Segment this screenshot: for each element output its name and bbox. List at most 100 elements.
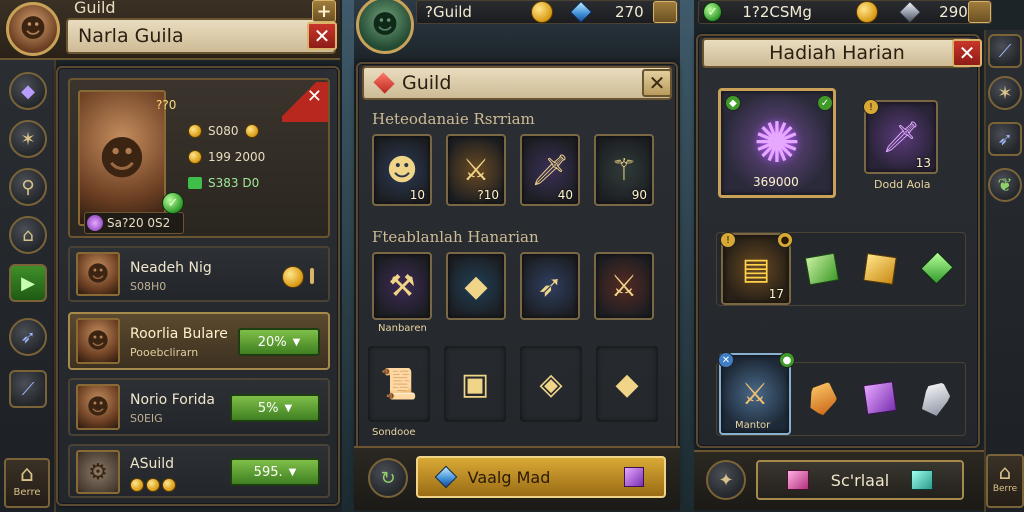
- row3-slot-2[interactable]: ▣: [444, 346, 506, 422]
- sidebar-home-button[interactable]: ⌂ Berre: [4, 458, 50, 508]
- gold-stack-icon: ▤: [741, 251, 771, 287]
- middle-action-label: Vaalg Mad: [467, 467, 551, 487]
- green-badge-icon: ●: [779, 352, 795, 368]
- silver-gem-icon: [898, 0, 921, 24]
- chevron-down-icon: ▼: [292, 336, 301, 348]
- hero-name: Sa?20 0S2: [107, 216, 171, 230]
- row3-slot-1[interactable]: 📜 Sondooe: [368, 346, 430, 439]
- guild-row-1[interactable]: ☻ Neadeh Nig S08H0: [68, 246, 330, 302]
- row-3-sub: S0EIG: [130, 412, 163, 425]
- row-2-action-button[interactable]: 20% ▼: [238, 328, 320, 356]
- reward-dagger-slot[interactable]: 🗡 ! 13: [863, 99, 938, 174]
- row2-slot-2[interactable]: ◆: [446, 252, 506, 320]
- gold-stack-slot[interactable]: ▤ ! ● 17: [720, 232, 793, 305]
- star-button[interactable]: ✦: [706, 460, 746, 500]
- row-4-action-button[interactable]: 595. ▼: [230, 458, 320, 486]
- middle-action-button[interactable]: Vaalg Mad: [416, 456, 666, 498]
- row1-slot-2[interactable]: ⚔ ?10: [446, 134, 506, 206]
- middle-main-panel: Guild ✕ Heteodanaie Rsrriam ☻ 10 ⚔ ?10 🗡 40 ⚚ 9…: [356, 62, 678, 506]
- row2-slot-4[interactable]: ⚔: [594, 252, 654, 320]
- header-top-title: Guild: [74, 0, 116, 17]
- row2-slot-1[interactable]: ⚒ Nanbaren: [372, 252, 432, 334]
- sidebar-wing-button[interactable]: ➶: [9, 318, 47, 356]
- coin-icon: [282, 266, 304, 288]
- purple-cube-icon[interactable]: [863, 381, 897, 415]
- row-4-portrait: ⚙: [76, 450, 120, 494]
- row1-slot-1[interactable]: ☻ 10: [372, 134, 432, 206]
- blue-badge-icon: ✕: [718, 352, 734, 368]
- right-close-button[interactable]: ✕: [952, 39, 982, 67]
- green-box-icon[interactable]: [804, 252, 840, 286]
- refresh-button[interactable]: ↻: [368, 458, 408, 498]
- right-title-bar: Hadiah Harian: [702, 38, 972, 68]
- row-2-value: 20%: [257, 334, 287, 350]
- right-topbar-name: 1?2CSMg: [742, 3, 812, 21]
- right-plus-button[interactable]: [967, 1, 991, 23]
- guild-row-4[interactable]: ⚙ ASuild 595. ▼: [68, 444, 330, 498]
- check-badge-icon: ✓: [817, 95, 833, 111]
- coin-icon: [146, 478, 160, 492]
- right-action-button[interactable]: Sc'rlaal: [756, 460, 964, 500]
- gold-badge-icon: !: [720, 232, 736, 248]
- row-3-action-button[interactable]: 5% ▼: [230, 394, 320, 422]
- row-3-name: Norio Forida: [130, 392, 215, 408]
- featured-reward-slot[interactable]: ✺ ◆ ✓ 369000: [718, 88, 836, 198]
- dagger-icon: 🗡: [530, 152, 570, 188]
- player-avatar[interactable]: ☻: [6, 2, 60, 56]
- blade-icon: ⚔: [741, 376, 769, 412]
- home-icon: ⌂: [998, 460, 1012, 484]
- right-sidebar-gear-button[interactable]: ✶: [988, 76, 1022, 110]
- stat-row-2: 199 2000: [188, 150, 265, 164]
- middle-bottom-bar: ↻ Vaalg Mad: [354, 446, 680, 510]
- row1-slot-4[interactable]: ⚚ 90: [594, 134, 654, 206]
- row3-slot-4[interactable]: ◆: [596, 346, 658, 422]
- left-close-button[interactable]: ✕: [307, 22, 337, 50]
- blade-slot[interactable]: ⚔ ✕ ● Mantor: [718, 352, 795, 435]
- right-sidebar-home-button[interactable]: ⌂ Berre: [986, 454, 1024, 508]
- sidebar-play-button[interactable]: ▶: [9, 264, 47, 302]
- row2-slot-1-label: Nanbaren: [378, 323, 427, 334]
- right-sidebar-leaf-button[interactable]: ❦: [988, 168, 1022, 202]
- amber-crystal-icon[interactable]: [804, 377, 842, 419]
- middle-avatar[interactable]: ☻: [356, 0, 414, 54]
- chevron-down-icon: ▼: [284, 402, 293, 414]
- row-3-portrait: ☻: [76, 384, 120, 430]
- row-1-name: Neadeh Nig: [130, 260, 212, 276]
- sidebar-gear-button[interactable]: ✶: [9, 120, 47, 158]
- green-crystal-icon[interactable]: [920, 251, 954, 285]
- gold-badge-icon: ●: [777, 232, 793, 248]
- coin-icon: [130, 478, 144, 492]
- sidebar-crystal-button[interactable]: ◆: [9, 72, 47, 110]
- row1-slot-3[interactable]: 🗡 40: [520, 134, 580, 206]
- right-sidebar-wing-button[interactable]: ➶: [988, 122, 1022, 156]
- sidebar-blade-button[interactable]: ⟋: [9, 370, 47, 408]
- blade-label: Mantor: [735, 420, 771, 431]
- sidebar-key-button[interactable]: ⚲: [9, 168, 47, 206]
- guild-row-3[interactable]: ☻ Norio Forida S0EIG 5% ▼: [68, 378, 330, 436]
- hero-name-plate: Sa?20 0S2: [84, 212, 184, 234]
- row-1-indicator: [310, 268, 314, 284]
- row3-slot-3[interactable]: ◈: [520, 346, 582, 422]
- reward-row-1: ▤ ! ● 17: [716, 232, 966, 306]
- claw-icon: ⚚: [610, 152, 638, 188]
- left-plus-button[interactable]: +: [312, 0, 336, 22]
- row2-slot-3[interactable]: ➶: [520, 252, 580, 320]
- silver-claw-icon[interactable]: [917, 377, 955, 419]
- purple-cube-icon: [624, 467, 645, 487]
- row-4-value: 595.: [253, 464, 283, 480]
- sidebar-house-button[interactable]: ⌂: [9, 216, 47, 254]
- middle-plus-button[interactable]: [653, 1, 677, 23]
- ruby-icon: [373, 72, 395, 94]
- middle-title: Guild: [402, 72, 452, 94]
- ribbon-close-button[interactable]: ✕: [282, 82, 328, 122]
- middle-title-bar: Guild: [362, 66, 672, 100]
- hero-portrait: ☻: [78, 90, 166, 226]
- row3-slot-1-label: Sondooe: [372, 427, 416, 438]
- right-sidebar-blade-button[interactable]: ⟋: [988, 34, 1022, 68]
- gold-bar-icon[interactable]: [863, 253, 897, 285]
- middle-close-button[interactable]: ✕: [642, 69, 672, 97]
- guild-row-2[interactable]: ☻ Roorlia Bulare Pooebclirarn 20% ▼: [68, 312, 330, 370]
- middle-topbar: ☻ ?Guild 270: [354, 0, 680, 58]
- middle-topbar-amount: 270: [615, 3, 644, 21]
- green-gem-icon: ✓: [703, 2, 723, 22]
